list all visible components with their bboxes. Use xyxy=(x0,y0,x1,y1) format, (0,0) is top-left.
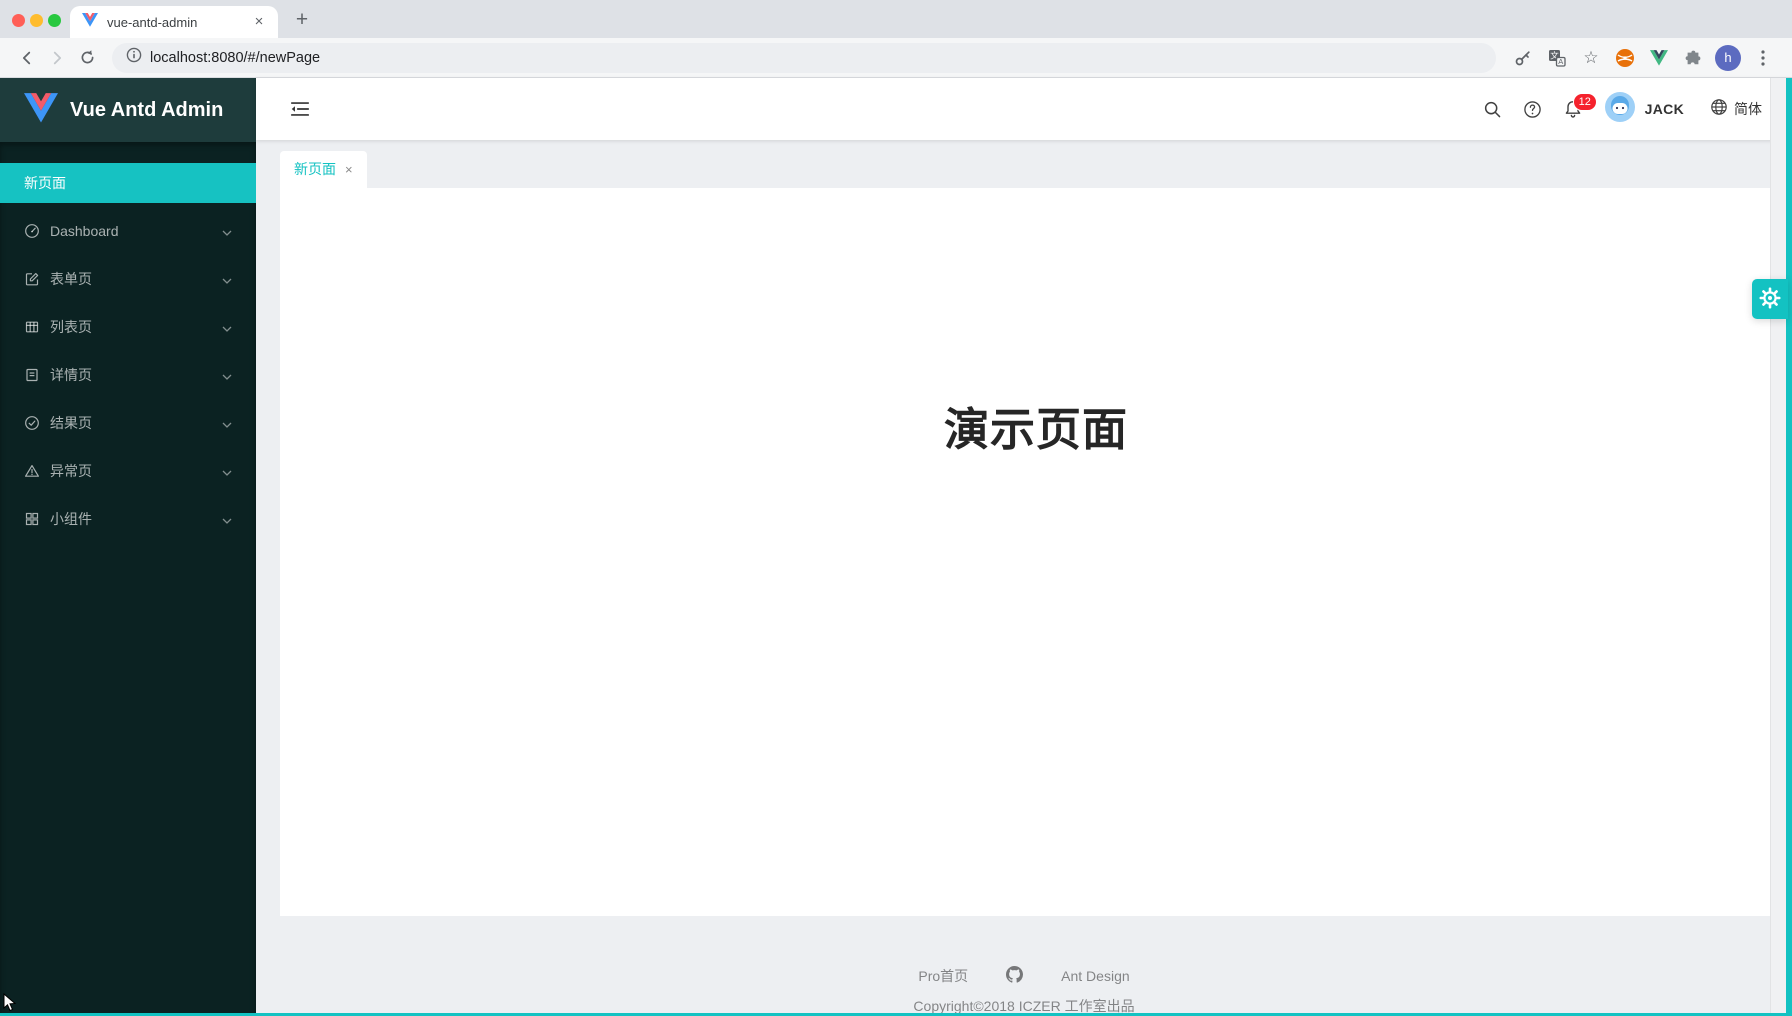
footer-link-pro[interactable]: Pro首页 xyxy=(918,966,968,986)
sidebar-item-form[interactable]: 表单页 xyxy=(0,259,256,299)
macos-minimize-button[interactable] xyxy=(30,14,43,27)
chevron-down-icon xyxy=(222,463,232,479)
chevron-down-icon xyxy=(222,415,232,431)
sidebar-item-label: 详情页 xyxy=(50,365,222,385)
user-menu[interactable]: JACK xyxy=(1605,92,1684,127)
sidebar-item-dashboard[interactable]: Dashboard xyxy=(0,211,256,251)
forward-icon[interactable] xyxy=(42,43,72,73)
chrome-menu-icon[interactable] xyxy=(1749,44,1777,72)
main-area: 12 JACK 简体 xyxy=(256,78,1792,1016)
sidebar-item-label: Dashboard xyxy=(50,223,222,239)
back-icon[interactable] xyxy=(12,43,42,73)
content-card: 演示页面 xyxy=(280,188,1792,916)
sidebar-item-label: 小组件 xyxy=(50,509,222,529)
chevron-down-icon xyxy=(222,511,232,527)
app-footer: Pro首页 Ant Design Copyright©2018 ICZER 工作… xyxy=(256,916,1792,1016)
language-label: 简体 xyxy=(1734,99,1762,119)
help-icon[interactable] xyxy=(1515,91,1551,127)
footer-links: Pro首页 Ant Design xyxy=(918,966,1129,986)
vue-favicon-icon xyxy=(82,13,98,32)
app-header: 12 JACK 简体 xyxy=(256,78,1792,140)
sidebar-item-label: 表单页 xyxy=(50,269,222,289)
vue-logo-icon xyxy=(24,93,58,128)
gear-icon xyxy=(1759,287,1781,312)
page-info-icon[interactable] xyxy=(126,47,142,68)
menu-fold-icon[interactable] xyxy=(283,92,317,126)
sidebar-item-new-page[interactable]: 新页面 xyxy=(0,163,256,203)
sidebar-logo[interactable]: Vue Antd Admin xyxy=(0,78,256,142)
bookmark-star-icon[interactable]: ☆ xyxy=(1577,44,1605,72)
dashboard-icon xyxy=(24,223,40,239)
sidebar-item-list[interactable]: 列表页 xyxy=(0,307,256,347)
profile-icon xyxy=(24,367,40,383)
app-root: Vue Antd Admin 新页面 Dashboard xyxy=(0,78,1792,1016)
page-body: 新页面 × 演示页面 Pro首页 Ant Design Copy xyxy=(256,140,1792,1016)
extensions-puzzle-icon[interactable] xyxy=(1679,44,1707,72)
user-avatar xyxy=(1605,92,1635,127)
browser-toolbar: localhost:8080/#/newPage 文A ☆ h xyxy=(0,38,1792,78)
mouse-cursor xyxy=(3,993,17,1016)
sidebar-item-detail[interactable]: 详情页 xyxy=(0,355,256,395)
sidebar-menu: 新页面 Dashboard 表单页 xyxy=(0,142,256,1016)
settings-button[interactable] xyxy=(1752,279,1788,319)
notification-badge: 12 xyxy=(1573,93,1597,111)
chrome-profile-avatar[interactable]: h xyxy=(1715,45,1741,71)
page-tab-label: 新页面 xyxy=(294,159,336,179)
browser-tab[interactable]: vue-antd-admin × xyxy=(70,6,278,38)
url-bar[interactable]: localhost:8080/#/newPage xyxy=(112,43,1496,73)
sidebar-item-exception[interactable]: 异常页 xyxy=(0,451,256,491)
github-icon[interactable] xyxy=(1006,966,1023,986)
chevron-down-icon xyxy=(222,367,232,383)
check-circle-icon xyxy=(24,415,40,431)
warning-triangle-icon xyxy=(24,463,40,479)
search-icon[interactable] xyxy=(1475,91,1511,127)
sidebar-item-label: 结果页 xyxy=(50,413,222,433)
chevron-down-icon xyxy=(222,223,232,239)
new-tab-button[interactable]: + xyxy=(288,7,316,35)
vue-devtools-icon[interactable] xyxy=(1645,44,1673,72)
scrollbar-track[interactable] xyxy=(1770,78,1786,1016)
language-switch[interactable]: 简体 xyxy=(1710,98,1762,121)
browser-tab-title: vue-antd-admin xyxy=(107,15,250,30)
sidebar-item-label: 异常页 xyxy=(50,461,222,481)
app-title: Vue Antd Admin xyxy=(70,99,223,122)
svg-text:A: A xyxy=(1558,57,1563,66)
translate-icon[interactable]: 文A xyxy=(1543,44,1571,72)
extension-orange-icon[interactable] xyxy=(1611,44,1639,72)
sidebar-item-label: 列表页 xyxy=(50,317,222,337)
macos-zoom-button[interactable] xyxy=(48,14,61,27)
chevron-down-icon xyxy=(222,319,232,335)
url-text[interactable]: localhost:8080/#/newPage xyxy=(150,50,320,66)
globe-icon xyxy=(1710,98,1728,121)
password-key-icon[interactable] xyxy=(1509,44,1537,72)
widgets-icon xyxy=(24,511,40,527)
page-tab-close-icon[interactable]: × xyxy=(345,162,353,177)
table-icon xyxy=(24,319,40,335)
browser-tab-close-icon[interactable]: × xyxy=(250,13,268,31)
chevron-down-icon xyxy=(222,271,232,287)
header-actions: 12 JACK 简体 xyxy=(1475,91,1762,127)
sidebar-item-label: 新页面 xyxy=(24,173,232,193)
reload-icon[interactable] xyxy=(72,43,102,73)
macos-close-button[interactable] xyxy=(12,14,25,27)
page-tab-new-page[interactable]: 新页面 × xyxy=(280,151,367,188)
browser-window: vue-antd-admin × + localhost:8080/#/newP… xyxy=(0,0,1792,1016)
sidebar-item-widgets[interactable]: 小组件 xyxy=(0,499,256,539)
page-title: 演示页面 xyxy=(280,188,1792,458)
sidebar: Vue Antd Admin 新页面 Dashboard xyxy=(0,78,256,1016)
sidebar-item-result[interactable]: 结果页 xyxy=(0,403,256,443)
browser-tabstrip: vue-antd-admin × + xyxy=(0,0,1792,38)
form-icon xyxy=(24,271,40,287)
user-name: JACK xyxy=(1645,101,1684,117)
notification-bell-icon[interactable]: 12 xyxy=(1555,91,1591,127)
page-tabbar: 新页面 × xyxy=(256,140,1792,188)
footer-link-ant-design[interactable]: Ant Design xyxy=(1061,968,1129,984)
settings-drawer-edge xyxy=(1786,78,1792,1016)
